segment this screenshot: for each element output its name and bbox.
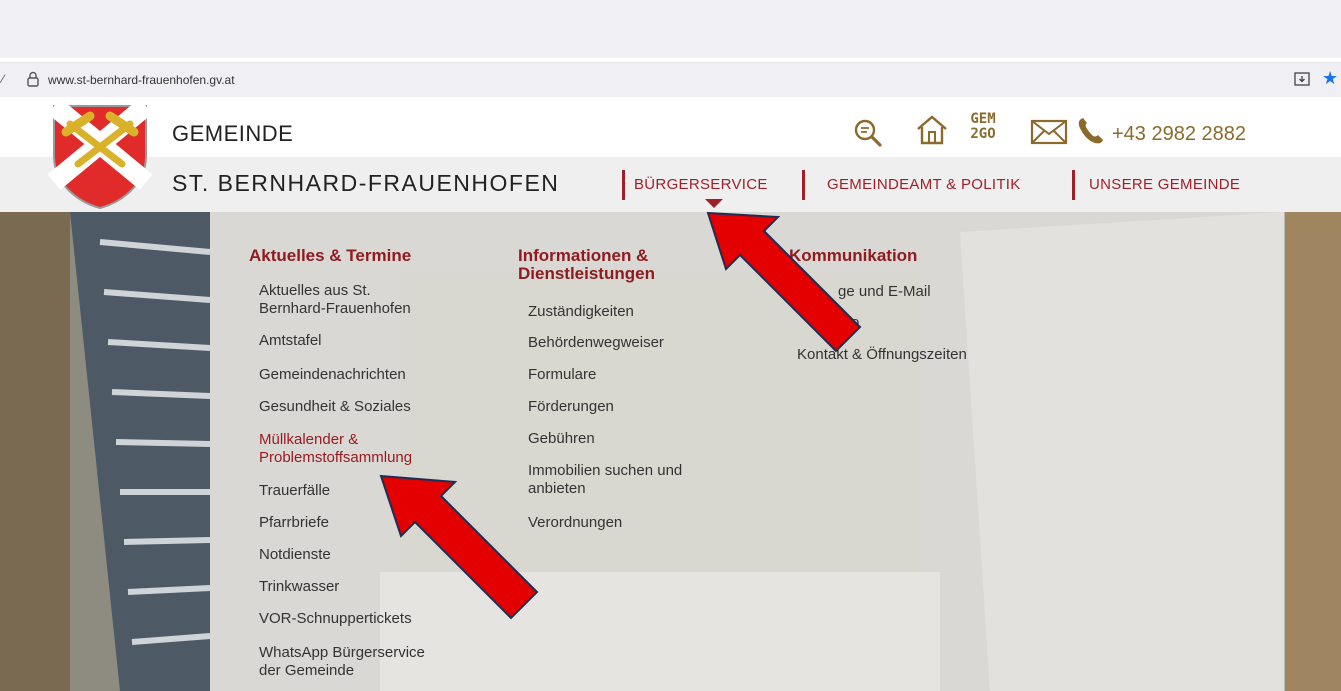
phone-number[interactable]: +43 2982 2882 <box>1112 123 1246 146</box>
menu-link-notdienste[interactable]: Notdienste <box>259 546 331 564</box>
header-town-name[interactable]: ST. BERNHARD-FRAUENHOFEN <box>172 170 559 197</box>
url-text[interactable]: www.st-bernhard-frauenhofen.gv.at <box>48 73 235 87</box>
menu-link-gebuehren[interactable]: Gebühren <box>528 430 595 448</box>
menu-link-trinkwasser[interactable]: Trinkwasser <box>259 578 339 596</box>
link-line: Aktuelles aus St. <box>259 282 371 299</box>
menu-link-immobilien[interactable]: Immobilien suchen und anbieten <box>528 462 682 498</box>
menu-link-aktuelles-aus[interactable]: Aktuelles aus St. Bernhard-Frauenhofen <box>259 282 411 318</box>
address-bar[interactable]: ⁄ www.st-bernhard-frauenhofen.gv.at ★ <box>0 62 1341 97</box>
menu-link-gemeindenachrichten[interactable]: Gemeindenachrichten <box>259 366 406 384</box>
heading-line: Informationen & <box>518 246 649 265</box>
lock-icon[interactable] <box>26 71 40 87</box>
menu-link-amtstafel[interactable]: Amtstafel <box>259 332 322 350</box>
nav-separator <box>802 170 805 200</box>
nav-separator <box>1072 170 1075 200</box>
home-icon[interactable] <box>915 113 949 147</box>
browser-top-strip <box>0 0 1341 58</box>
bookmark-star-icon[interactable]: ★ <box>1322 68 1338 89</box>
menu-link-whatsapp[interactable]: WhatsApp Bürgerservice der Gemeinde <box>259 644 425 680</box>
install-app-icon[interactable] <box>1293 70 1311 88</box>
link-line: anbieten <box>528 480 586 497</box>
link-line: Problemstoffsammlung <box>259 449 413 466</box>
gem2go-icon[interactable]: GEM 2GO <box>965 112 1001 142</box>
mail-icon[interactable] <box>1030 119 1068 145</box>
link-line: Müllkalender & <box>259 431 359 448</box>
gem2go-bottom: 2GO <box>970 126 996 142</box>
link-line: der Gemeinde <box>259 662 355 679</box>
menu-link-zustaendigkeiten[interactable]: Zuständigkeiten <box>528 303 634 321</box>
menu-link-behoerdenwegweiser[interactable]: Behördenwegweiser <box>528 334 664 352</box>
menu-link-foerderungen[interactable]: Förderungen <box>528 398 614 416</box>
phone-icon[interactable] <box>1075 116 1105 146</box>
menu-link-formulare[interactable]: Formulare <box>528 366 596 384</box>
annotation-arrow-lower <box>379 474 539 620</box>
header-gemeinde: GEMEINDE <box>172 121 294 146</box>
nav-gemeindeamt-politik[interactable]: GEMEINDEAMT & POLITIK <box>827 176 1021 193</box>
link-line: WhatsApp Bürgerservice <box>259 644 425 661</box>
link-line: Bernhard-Frauenhofen <box>259 300 411 317</box>
search-icon[interactable] <box>852 117 884 149</box>
annotation-arrow-upper <box>706 211 862 353</box>
menu-link-pfarrbriefe[interactable]: Pfarrbriefe <box>259 514 329 532</box>
gem2go-top: GEM <box>970 111 996 127</box>
menu-link-gesundheit-soziales[interactable]: Gesundheit & Soziales <box>259 398 411 416</box>
menu-heading-informationen[interactable]: Informationen & Dienstleistungen <box>518 247 655 283</box>
nav-separator <box>622 170 625 200</box>
heading-line: Dienstleistungen <box>518 264 655 283</box>
menu-link-muellkalender[interactable]: Müllkalender & Problemstoffsammlung <box>259 431 412 467</box>
coat-of-arms-logo[interactable] <box>48 102 152 210</box>
link-line: Immobilien suchen und <box>528 462 683 479</box>
nav-buergerservice[interactable]: BÜRGERSERVICE <box>634 176 768 193</box>
back-fragment-icon: ⁄ <box>2 72 5 86</box>
menu-heading-aktuelles[interactable]: Aktuelles & Termine <box>249 247 411 265</box>
nav-unsere-gemeinde[interactable]: UNSERE GEMEINDE <box>1089 176 1240 193</box>
menu-link-trauerfaelle[interactable]: Trauerfälle <box>259 482 330 500</box>
